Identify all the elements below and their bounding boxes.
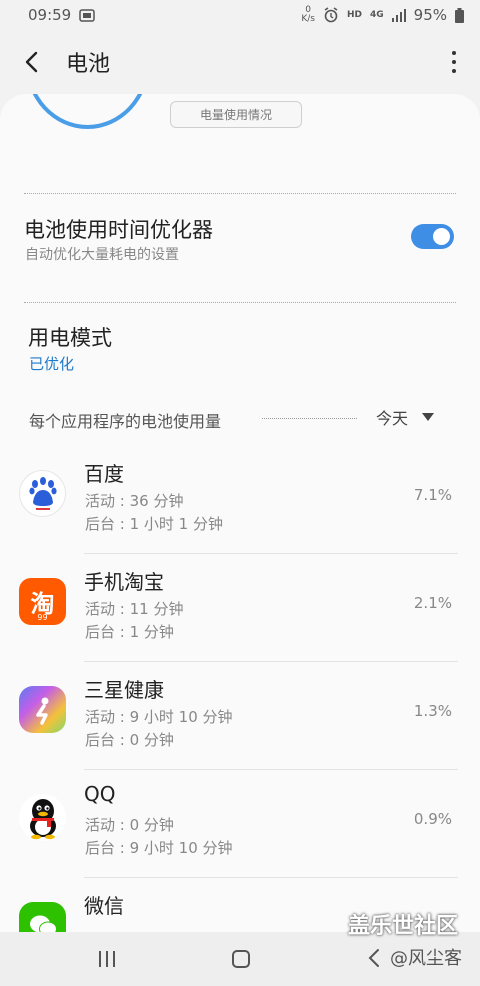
back-button[interactable]: [24, 42, 52, 82]
optimizer-subtitle: 自动优化大量耗电的设置: [25, 247, 179, 263]
divider: [24, 193, 456, 194]
app-active-time: 活动 : 36 分钟: [85, 492, 184, 510]
network-type-icon: 4G: [370, 9, 384, 20]
net-speed-unit: K/s: [301, 14, 315, 24]
watermark-main: 盖乐世社区: [348, 914, 459, 939]
usage-section-label: 每个应用程序的电池使用量: [29, 412, 222, 431]
gallery-notification-icon: [79, 8, 95, 22]
battery-card: 电量使用情况 电池使用时间优化器 自动优化大量耗电的设置 用电模式 已优化 每个…: [0, 94, 480, 986]
recent-apps-button[interactable]: [99, 951, 115, 967]
toggle-knob: [431, 226, 452, 247]
taobao-icon: 淘 99: [19, 578, 66, 625]
app-active-time: 活动 : 9 小时 10 分钟: [85, 708, 233, 726]
app-name: 百度: [84, 462, 124, 486]
recent-bar-icon: [106, 951, 108, 967]
status-time: 09:59: [28, 6, 72, 24]
nav-back-icon: [368, 949, 379, 967]
app-usage-percent: 7.1%: [413, 486, 452, 504]
app-row-taobao[interactable]: 淘 99 手机淘宝 活动 : 11 分钟 后台 : 1 分钟 2.1%: [0, 554, 480, 662]
app-background-time: 后台 : 1 分钟: [85, 623, 174, 641]
more-options-button[interactable]: [444, 51, 464, 73]
app-usage-percent: 1.3%: [413, 702, 452, 720]
period-dropdown[interactable]: 今天: [376, 405, 435, 429]
battery-icon: [455, 7, 464, 23]
optimizer-toggle[interactable]: [411, 224, 454, 249]
period-value: 今天: [376, 409, 409, 428]
dropdown-triangle-icon: [422, 413, 435, 421]
app-usage-percent: 0.9%: [413, 810, 452, 828]
recent-bar-icon: [113, 951, 115, 967]
app-name: 手机淘宝: [84, 570, 164, 594]
app-name: 三星健康: [84, 678, 164, 702]
taobao-badge: 99: [37, 613, 48, 622]
app-name: QQ: [84, 782, 116, 806]
section-dots: [262, 418, 357, 419]
signal-icon: [391, 8, 406, 22]
more-dot-icon: [452, 51, 456, 55]
hd-voice-icon: HD: [346, 9, 362, 20]
app-background-time: 后台 : 0 分钟: [85, 731, 174, 749]
recent-bar-icon: [99, 951, 101, 967]
app-usage-percent: 2.1%: [413, 594, 452, 612]
app-background-time: 后台 : 1 小时 1 分钟: [85, 515, 223, 533]
battery-percent: 95%: [413, 6, 447, 24]
app-row-baidu[interactable]: 百度 活动 : 36 分钟 后台 : 1 小时 1 分钟 7.1%: [0, 446, 480, 554]
app-row-qq[interactable]: QQ 活动 : 0 分钟 后台 : 9 小时 10 分钟 0.9%: [0, 770, 480, 878]
app-active-time: 活动 : 0 分钟: [85, 816, 174, 834]
page-title: 电池: [66, 52, 111, 77]
net-speed: 0 K/s: [301, 6, 315, 24]
battery-usage-button[interactable]: 电量使用情况: [170, 101, 302, 128]
app-bar: 电池: [0, 36, 480, 88]
power-mode-title: 用电模式: [28, 326, 112, 350]
home-button[interactable]: [232, 950, 250, 968]
app-background-time: 后台 : 9 小时 10 分钟: [85, 839, 233, 857]
watermark-sub: @风尘客: [390, 948, 462, 969]
divider: [24, 302, 456, 303]
status-bar: 09:59 0 K/s HD 4G 95%: [0, 0, 480, 30]
samsung-health-icon: [19, 686, 66, 733]
more-dot-icon: [452, 60, 456, 64]
nav-back-button[interactable]: [368, 948, 380, 972]
baidu-icon: [19, 470, 66, 517]
qq-icon: [19, 794, 66, 841]
power-mode-value: 已优化: [29, 355, 75, 373]
battery-gauge: [25, 94, 150, 129]
app-row-samsung-health[interactable]: 三星健康 活动 : 9 小时 10 分钟 后台 : 0 分钟 1.3%: [0, 662, 480, 770]
app-name: 微信: [84, 894, 124, 918]
app-active-time: 活动 : 11 分钟: [85, 600, 184, 618]
alarm-icon: [323, 7, 339, 23]
optimizer-title: 电池使用时间优化器: [24, 218, 213, 242]
back-arrow-icon: [25, 51, 38, 73]
more-dot-icon: [452, 69, 456, 73]
